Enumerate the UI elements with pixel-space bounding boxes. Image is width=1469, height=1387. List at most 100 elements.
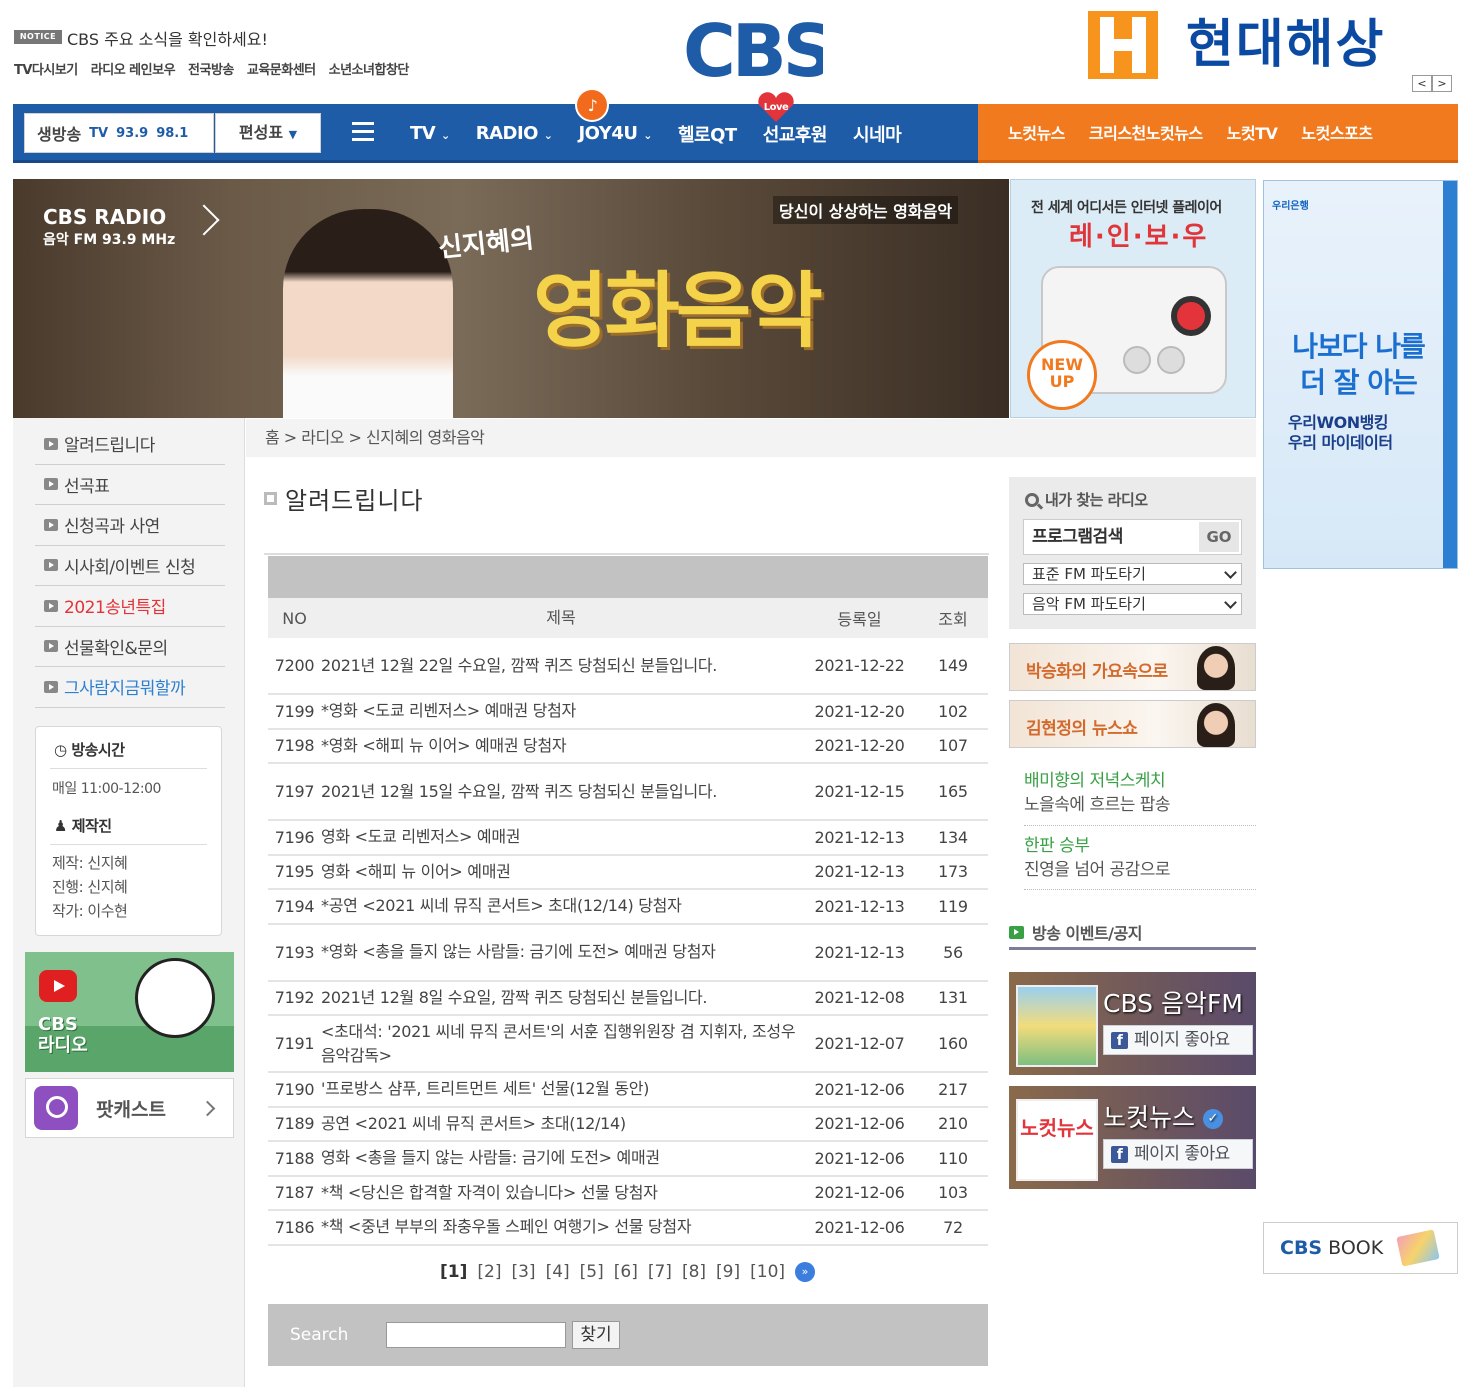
top-link-choir[interactable]: 소년소녀합창단 bbox=[329, 59, 410, 78]
nav-item-mission[interactable]: Love 선교후원 bbox=[750, 91, 840, 147]
page-link[interactable]: [8] bbox=[682, 1262, 706, 1282]
row-title-link[interactable]: 공연 <2021 씨네 뮤직 콘서트> 초대(12/14) bbox=[321, 1112, 801, 1136]
top-link-culture-center[interactable]: 교육문화센터 bbox=[247, 59, 316, 78]
table-row[interactable]: 7192 2021년 12월 8일 수요일, 깜짝 퀴즈 당첨되신 분들입니다. 2… bbox=[268, 982, 988, 1016]
row-title-link[interactable]: 영화 <해피 뉴 이어> 예매권 bbox=[321, 860, 801, 884]
fb-card-nocutnews[interactable]: 노컷뉴스 노컷뉴스 ✓ f 페이지 좋아요 bbox=[1009, 1086, 1256, 1189]
staff-heading: ♟ 제작진 bbox=[50, 811, 207, 845]
sidebar-item[interactable]: 시사회/이벤트 신청 bbox=[35, 546, 225, 586]
search-button[interactable]: 찾기 bbox=[572, 1321, 620, 1349]
notice-text[interactable]: CBS 주요 소식을 확인하세요! bbox=[67, 26, 268, 50]
row-title-link[interactable]: *공연 <2021 씨네 뮤직 콘서트> 초대(12/14) 당첨자 bbox=[321, 894, 801, 918]
row-title-link[interactable]: 2021년 12월 15일 수요일, 깜짝 퀴즈 당첨되신 분들입니다. bbox=[321, 780, 801, 804]
table-row[interactable]: 7189 공연 <2021 씨네 뮤직 콘서트> 초대(12/14) 2021-12… bbox=[268, 1108, 988, 1142]
cbs-book-banner[interactable]: CBS BOOK bbox=[1263, 1222, 1458, 1274]
row-title-link[interactable]: 영화 <도쿄 리벤저스> 예매권 bbox=[321, 825, 801, 849]
search-input[interactable] bbox=[386, 1322, 567, 1348]
page-link[interactable]: [4] bbox=[546, 1262, 570, 1282]
cbs-logo[interactable]: CBS bbox=[683, 9, 835, 93]
row-title-link[interactable]: 영화 <총을 들지 않는 사람들: 금기에 도전> 예매권 bbox=[321, 1146, 801, 1170]
row-title-link[interactable]: *영화 <도쿄 리벤저스> 예매권 당첨자 bbox=[321, 699, 801, 723]
top-link-national[interactable]: 전국방송 bbox=[188, 59, 234, 78]
row-title-link[interactable]: *책 <당신은 합격할 자격이 있습니다> 선물 당첨자 bbox=[321, 1181, 801, 1205]
nav-item-radio[interactable]: RADIO ⌄ bbox=[463, 123, 566, 144]
ad-next-button[interactable]: > bbox=[1432, 75, 1452, 92]
table-row[interactable]: 7193 *영화 <총을 들지 않는 사람들: 금기에 도전> 예매권 당첨자 20… bbox=[268, 925, 988, 982]
program-link-hanpan[interactable]: 한판 승부 진영을 넘어 공감으로 bbox=[1024, 834, 1256, 882]
table-row[interactable]: 7196 영화 <도쿄 리벤저스> 예매권 2021-12-13 134 bbox=[268, 821, 988, 856]
go-button[interactable]: GO bbox=[1199, 522, 1239, 552]
table-row[interactable]: 7194 *공연 <2021 씨네 뮤직 콘서트> 초대(12/14) 당첨자 20… bbox=[268, 890, 988, 925]
hamburger-menu-icon[interactable] bbox=[352, 122, 374, 146]
page-link[interactable]: [3] bbox=[511, 1262, 535, 1282]
woori-sub: 우리WON뱅킹 우리 마이데이터 bbox=[1288, 413, 1393, 452]
table-row[interactable]: 7190 '프로방스 샴푸, 트리트먼트 세트' 선물(12월 동안) 2021-1… bbox=[268, 1073, 988, 1108]
row-title-link[interactable]: *영화 <총을 들지 않는 사람들: 금기에 도전> 예매권 당첨자 bbox=[321, 940, 801, 964]
hyundai-ad[interactable]: 현대해상 bbox=[1088, 10, 1433, 80]
table-row[interactable]: 7200 2021년 12월 22일 수요일, 깜짝 퀴즈 당첨되신 분들입니다.… bbox=[268, 638, 988, 695]
row-title-link[interactable]: '프로방스 샴푸, 트리트먼트 세트' 선물(12월 동안) bbox=[321, 1077, 801, 1101]
table-row[interactable]: 7199 *영화 <도쿄 리벤저스> 예매권 당첨자 2021-12-20 102 bbox=[268, 695, 988, 730]
sidebar-item[interactable]: 2021송년특집 bbox=[35, 586, 225, 627]
nav-item-helloqt[interactable]: 헬로QT bbox=[665, 121, 750, 147]
sidebar-item[interactable]: 선곡표 bbox=[35, 465, 225, 505]
table-row[interactable]: 7188 영화 <총을 들지 않는 사람들: 금기에 도전> 예매권 2021-12… bbox=[268, 1142, 988, 1177]
nav-item-tv[interactable]: TV ⌄ bbox=[397, 123, 463, 144]
live-freq-981[interactable]: 98.1 bbox=[156, 126, 188, 141]
fb-like-button[interactable]: f 페이지 좋아요 bbox=[1103, 1139, 1253, 1169]
chevron-right-icon[interactable] bbox=[188, 204, 220, 236]
page-link[interactable]: [10] bbox=[750, 1262, 785, 1282]
standard-fm-select[interactable]: 표준 FM 파도타기 bbox=[1023, 563, 1242, 585]
program-banner-newsshow[interactable]: 김현정의 뉴스쇼 bbox=[1009, 700, 1256, 748]
table-row[interactable]: 7197 2021년 12월 15일 수요일, 깜짝 퀴즈 당첨되신 분들입니다.… bbox=[268, 764, 988, 821]
sidebar-item[interactable]: 선물확인&문의 bbox=[35, 627, 225, 667]
live-tv-label[interactable]: TV bbox=[89, 126, 108, 141]
sidebar-item[interactable]: 그사람지금뭐할까 bbox=[35, 667, 225, 708]
table-row[interactable]: 7195 영화 <해피 뉴 이어> 예매권 2021-12-13 173 bbox=[268, 856, 988, 890]
live-freq-939[interactable]: 93.9 bbox=[116, 126, 148, 141]
program-link-evening-sketch[interactable]: 배미향의 저녁스케치 노을속에 흐르는 팝송 bbox=[1024, 769, 1256, 817]
page-link[interactable]: [7] bbox=[648, 1262, 672, 1282]
table-row[interactable]: 7186 *책 <중년 부부의 좌충우돌 스페인 여행기> 선물 당첨자 2021-… bbox=[268, 1211, 988, 1246]
nav-item-nocutnews[interactable]: 노컷뉴스 bbox=[1008, 120, 1065, 144]
woori-bank-ad[interactable]: 우리은행 나보다 나를 더 잘 아는 우리WON뱅킹 우리 마이데이터 bbox=[1263, 180, 1458, 569]
page-link[interactable]: [1] bbox=[440, 1262, 467, 1282]
page-link[interactable]: [9] bbox=[716, 1262, 740, 1282]
live-broadcast-button[interactable]: 생방송 TV 93.9 98.1 bbox=[24, 113, 214, 153]
nav-item-nocutsports[interactable]: 노컷스포츠 bbox=[1301, 120, 1373, 144]
table-row[interactable]: 7198 *영화 <해피 뉴 이어> 예매권 당첨자 2021-12-20 107 bbox=[268, 730, 988, 764]
podcast-button[interactable]: 팟캐스트 bbox=[25, 1078, 234, 1138]
table-row[interactable]: 7187 *책 <당신은 합격할 자격이 있습니다> 선물 당첨자 2021-12-… bbox=[268, 1177, 988, 1211]
banner-radio-label[interactable]: CBS RADIO bbox=[43, 205, 166, 229]
ad-prev-button[interactable]: < bbox=[1412, 75, 1432, 92]
program-banner-gayo[interactable]: 박승화의 가요속으로 bbox=[1009, 643, 1256, 691]
fb-like-button[interactable]: f 페이지 좋아요 bbox=[1103, 1025, 1253, 1055]
col-date: 등록일 bbox=[837, 610, 882, 629]
top-link-radio-rainbow[interactable]: 라디오 레인보우 bbox=[91, 59, 176, 78]
page-link[interactable]: [6] bbox=[614, 1262, 638, 1282]
chevron-right-icon bbox=[199, 1100, 216, 1116]
nav-item-nocuttv[interactable]: 노컷TV bbox=[1227, 120, 1278, 144]
page-link[interactable]: [2] bbox=[477, 1262, 501, 1282]
music-fm-select[interactable]: 음악 FM 파도타기 bbox=[1023, 593, 1242, 615]
hyundai-ad-text: 현대해상 bbox=[1186, 15, 1386, 75]
sidebar-item[interactable]: 신청곡과 사연 bbox=[35, 505, 225, 546]
row-title-link[interactable]: 2021년 12월 8일 수요일, 깜짝 퀴즈 당첨되신 분들입니다. bbox=[321, 986, 801, 1010]
schedule-button[interactable]: 편성표 ▼ bbox=[215, 113, 321, 153]
row-title-link[interactable]: *책 <중년 부부의 좌충우돌 스페인 여행기> 선물 당첨자 bbox=[321, 1215, 801, 1239]
fb-card-cbs-music[interactable]: CBS 음악FM f 페이지 좋아요 bbox=[1009, 972, 1256, 1075]
nav-item-christian-nocutnews[interactable]: 크리스천노컷뉴스 bbox=[1089, 120, 1203, 144]
row-title-link[interactable]: 2021년 12월 22일 수요일, 깜짝 퀴즈 당첨되신 분들입니다. bbox=[321, 654, 801, 678]
rainbow-player-ad[interactable]: 전 세계 어디서든 인터넷 플레이어 레·인·보·우 NEW UP bbox=[1010, 179, 1256, 418]
row-title-link[interactable]: <초대석: '2021 씨네 뮤직 콘서트'의 서훈 집행위원장 겸 지휘자, … bbox=[321, 1020, 801, 1068]
youtube-promo[interactable]: CBS 라디오 bbox=[25, 952, 234, 1072]
nav-item-joy4u[interactable]: ♪ JOY4U ⌄ bbox=[565, 88, 665, 144]
nav-item-cinema[interactable]: 시네마 bbox=[840, 121, 914, 147]
top-link-tv-replay[interactable]: TV다시보기 bbox=[14, 59, 78, 78]
sidebar-item[interactable]: 알려드립니다 bbox=[35, 424, 225, 465]
next-page-icon[interactable]: » bbox=[795, 1262, 816, 1282]
row-title-link[interactable]: *영화 <해피 뉴 이어> 예매권 당첨자 bbox=[321, 734, 801, 758]
table-row[interactable]: 7191 <초대석: '2021 씨네 뮤직 콘서트'의 서훈 집행위원장 겸 지… bbox=[268, 1016, 988, 1073]
chevron-down-icon: ▼ bbox=[288, 128, 298, 141]
page-link[interactable]: [5] bbox=[580, 1262, 604, 1282]
